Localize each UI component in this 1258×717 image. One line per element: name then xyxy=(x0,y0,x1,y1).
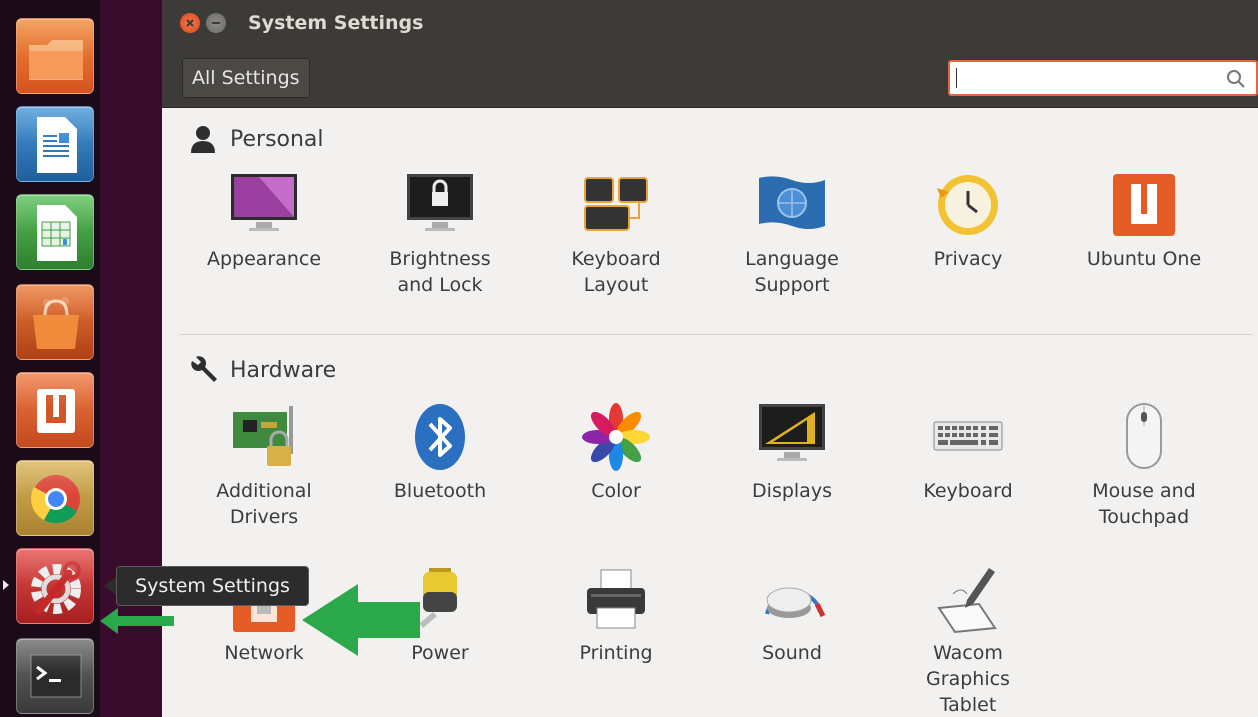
section-hardware: Hardware xyxy=(188,353,336,387)
settings-item-keyboard[interactable]: Keyboard xyxy=(880,402,1056,504)
language-support-icon xyxy=(759,176,825,229)
bluetooth-icon xyxy=(415,404,465,470)
section-divider xyxy=(180,334,1252,335)
launcher-system-settings[interactable] xyxy=(16,548,94,624)
settings-item-label: Displays xyxy=(752,480,832,502)
all-settings-button[interactable]: All Settings xyxy=(182,58,310,98)
ubuntu-one-icon xyxy=(1113,174,1175,236)
privacy-icon xyxy=(937,175,998,235)
launcher-ubuntu-one[interactable] xyxy=(16,372,94,448)
settings-item-label: Additional Drivers xyxy=(216,480,312,528)
titlebar: System Settings xyxy=(162,0,1258,48)
appearance-icon xyxy=(231,174,297,231)
settings-item-brightness-lock[interactable]: Brightness and Lock xyxy=(352,170,528,298)
folder-icon xyxy=(29,40,83,80)
minimize-icon xyxy=(212,22,220,24)
launcher xyxy=(0,0,100,717)
ubuntu-one-icon xyxy=(37,389,75,433)
terminal-icon xyxy=(30,654,82,698)
section-title: Hardware xyxy=(230,357,337,383)
settings-item-language-support[interactable]: Language Support xyxy=(704,170,880,298)
additional-drivers-icon xyxy=(233,406,293,466)
launcher-files[interactable] xyxy=(16,18,94,94)
search-icon[interactable] xyxy=(1226,69,1246,89)
close-button[interactable] xyxy=(180,13,200,33)
settings-item-label: Keyboard Layout xyxy=(571,248,661,296)
keyboard-icon xyxy=(933,421,1003,451)
gear-wrench-icon xyxy=(31,561,81,615)
window-title: System Settings xyxy=(248,12,424,34)
settings-item-label: Ubuntu One xyxy=(1086,248,1202,270)
settings-item-label: Brightness and Lock xyxy=(389,248,491,296)
settings-item-label: Keyboard xyxy=(923,480,1013,502)
settings-item-additional-drivers[interactable]: Additional Drivers xyxy=(176,402,352,530)
wacom-tablet-icon xyxy=(937,568,997,634)
search-input[interactable] xyxy=(960,64,1210,92)
section-personal: Personal xyxy=(188,122,324,156)
launcher-tooltip: System Settings xyxy=(116,566,309,606)
wrench-icon xyxy=(191,356,217,382)
settings-item-printing[interactable]: Printing xyxy=(528,564,704,666)
color-icon xyxy=(582,403,650,471)
settings-item-label: Color xyxy=(591,480,641,502)
settings-item-sound[interactable]: Sound xyxy=(704,564,880,666)
annotation-arrow-left xyxy=(100,608,174,634)
settings-item-appearance[interactable]: Appearance xyxy=(176,170,352,272)
settings-item-label: Bluetooth xyxy=(393,480,487,502)
launcher-writer[interactable] xyxy=(16,106,94,182)
toolbar: All Settings xyxy=(162,48,1258,108)
launcher-software-center[interactable] xyxy=(16,284,94,360)
chrome-icon xyxy=(30,475,80,524)
keyboard-layout-icon xyxy=(584,177,648,231)
active-indicator xyxy=(3,580,9,590)
settings-item-ubuntu-one[interactable]: Ubuntu One xyxy=(1056,170,1232,272)
settings-item-label: Printing xyxy=(579,642,653,664)
launcher-calc[interactable] xyxy=(16,194,94,270)
settings-item-label: Appearance xyxy=(206,248,322,270)
close-icon xyxy=(186,19,194,27)
launcher-terminal[interactable] xyxy=(16,638,94,714)
settings-item-label: Sound xyxy=(762,642,822,664)
person-icon xyxy=(191,126,215,153)
annotation-arrow-network xyxy=(302,584,420,656)
shopping-bag-icon xyxy=(33,297,79,349)
section-title: Personal xyxy=(230,126,324,152)
minimize-button[interactable] xyxy=(206,13,226,33)
libreoffice-calc-icon xyxy=(37,205,77,261)
text-caret xyxy=(956,68,957,88)
settings-item-color[interactable]: Color xyxy=(528,402,704,504)
mouse-icon xyxy=(1126,403,1162,469)
printer-icon xyxy=(587,569,645,629)
tooltip-tail xyxy=(104,577,116,595)
settings-item-mouse-touchpad[interactable]: Mouse and Touchpad xyxy=(1056,402,1232,530)
settings-item-privacy[interactable]: Privacy xyxy=(880,170,1056,272)
settings-item-label: Mouse and Touchpad xyxy=(1092,480,1196,528)
settings-item-label: Privacy xyxy=(933,248,1003,270)
brightness-lock-icon xyxy=(407,174,473,231)
settings-item-label: Wacom Graphics Tablet xyxy=(926,642,1010,716)
libreoffice-writer-icon xyxy=(37,117,77,173)
settings-item-bluetooth[interactable]: Bluetooth xyxy=(352,402,528,504)
launcher-chrome[interactable] xyxy=(16,460,94,536)
settings-item-displays[interactable]: Displays xyxy=(704,402,880,504)
settings-item-wacom[interactable]: Wacom Graphics Tablet xyxy=(880,564,1056,717)
displays-icon xyxy=(759,404,825,461)
sound-icon xyxy=(765,587,826,618)
settings-item-label: Language Support xyxy=(745,248,839,296)
settings-item-keyboard-layout[interactable]: Keyboard Layout xyxy=(528,170,704,298)
search-box[interactable] xyxy=(948,60,1258,96)
